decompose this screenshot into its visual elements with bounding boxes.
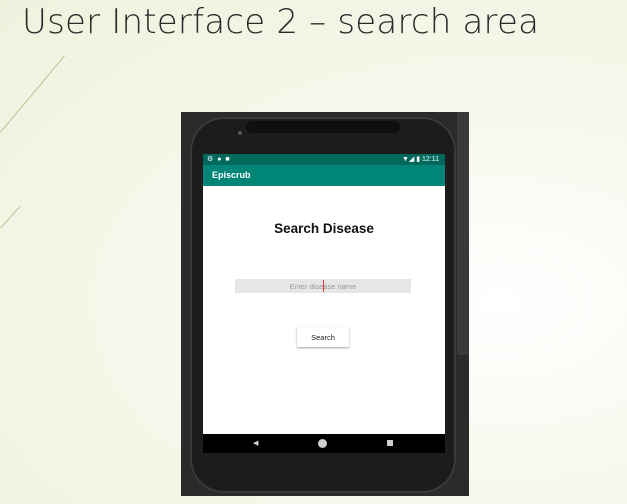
phone-speaker [246,121,400,133]
slide-title: User Interface 2 – search area [22,2,540,42]
signal-battery-icon: ▼◢ ▮ [401,156,421,163]
status-bar: ⚙ ● ■ ▼◢ ▮ 12:11 [203,154,445,165]
navigation-bar: ◀ [203,434,445,453]
decorative-line [0,205,21,229]
emulator-side-toolbar [457,112,469,355]
screen-content: Search Disease Search [203,186,445,434]
search-button[interactable]: Search [297,327,349,347]
decorative-line [0,55,66,133]
back-icon[interactable]: ◀ [253,434,258,453]
text-cursor [323,280,324,292]
status-left-icons: ⚙ ● ■ [207,156,231,163]
home-icon[interactable] [318,439,327,448]
status-right: ▼◢ ▮ 12:11 [402,154,439,165]
app-title: Episcrub [212,170,251,180]
recents-icon[interactable] [387,440,393,446]
camera-icon [238,131,242,135]
page-heading: Search Disease [274,221,374,236]
app-bar: Episcrub [203,165,445,186]
status-time: 12:11 [422,156,439,163]
